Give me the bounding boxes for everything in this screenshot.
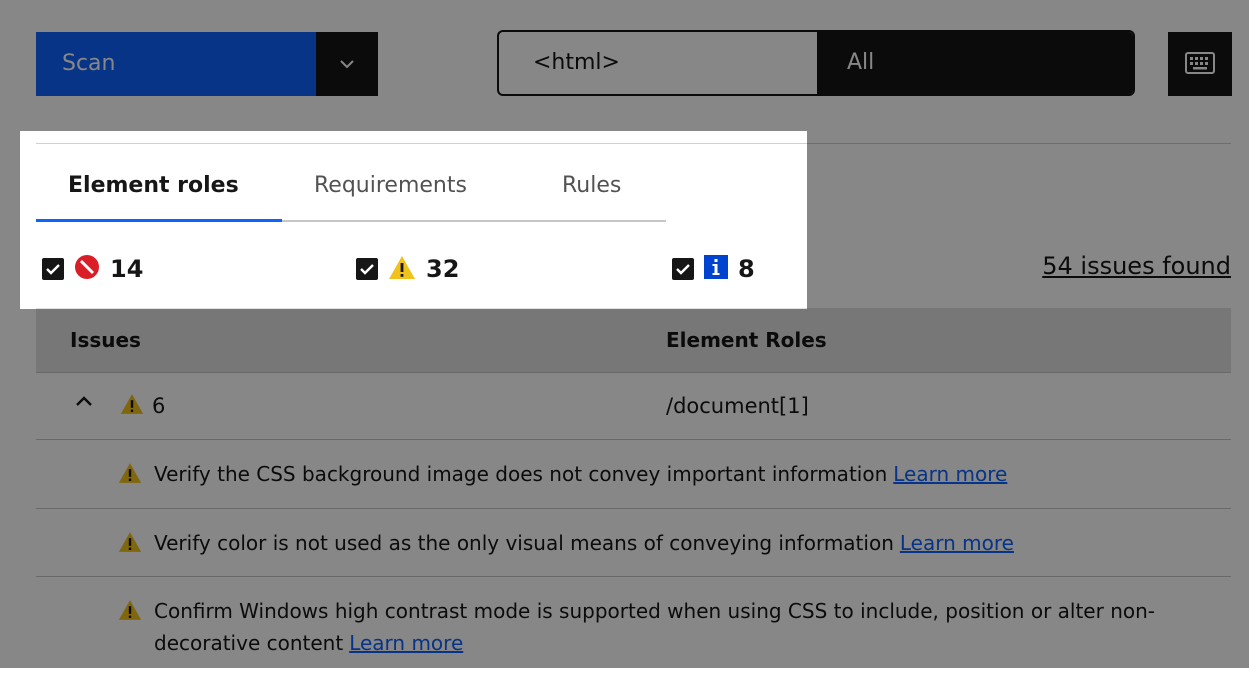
table-row[interactable]: 6 /document[1]: [36, 373, 1231, 440]
issue-description: Confirm Windows high contrast mode is su…: [154, 595, 1214, 659]
recommendations-count: 8: [738, 255, 755, 283]
checkbox-checked-icon[interactable]: [356, 258, 378, 280]
warning-icon: [118, 462, 142, 488]
issue-message: Verify the CSS background image does not…: [154, 462, 888, 486]
view-tabs: Element roles Requirements Rules: [36, 150, 666, 222]
issues-found-link[interactable]: 54 issues found: [1042, 252, 1231, 280]
scope-filter-value[interactable]: All: [817, 32, 1133, 94]
column-header-element-roles: Element Roles: [666, 328, 827, 352]
keyboard-icon: [1185, 51, 1215, 77]
learn-more-link[interactable]: Learn more: [893, 462, 1007, 486]
element-role-path: /document[1]: [666, 394, 809, 418]
table-header: Issues Element Roles: [36, 308, 1231, 373]
scope-element-value[interactable]: <html>: [499, 32, 817, 94]
keyboard-mode-button[interactable]: [1168, 32, 1232, 96]
table-row: Verify color is not used as the only vis…: [36, 509, 1231, 577]
violations-filter[interactable]: 14: [42, 248, 143, 290]
tab-rules[interactable]: Rules: [530, 150, 666, 222]
learn-more-link[interactable]: Learn more: [900, 531, 1014, 555]
learn-more-link[interactable]: Learn more: [349, 631, 463, 655]
info-icon: [704, 255, 728, 283]
chevron-up-icon[interactable]: [74, 393, 94, 412]
needs-review-count: 32: [426, 255, 460, 283]
issue-message: Verify color is not used as the only vis…: [154, 531, 894, 555]
warning-icon: [120, 393, 144, 419]
column-header-issues: Issues: [70, 328, 141, 352]
recommendations-filter[interactable]: 8: [672, 248, 755, 290]
group-issue-count: 6: [152, 394, 166, 418]
accessibility-checker-panel: Scan <html> All Element roles Requiremen…: [0, 0, 1249, 668]
issues-table: Issues Element Roles 6 /document[1] Veri…: [36, 308, 1231, 677]
issue-description: Verify the CSS background image does not…: [154, 458, 1214, 490]
warning-icon: [118, 599, 142, 625]
issue-message: Confirm Windows high contrast mode is su…: [154, 599, 1155, 655]
violations-count: 14: [110, 255, 144, 283]
scan-options-button[interactable]: [316, 32, 378, 96]
chevron-down-icon: [340, 57, 354, 72]
violation-icon: [74, 254, 100, 284]
table-row: Confirm Windows high contrast mode is su…: [36, 577, 1231, 677]
warning-icon: [388, 255, 416, 284]
tab-element-roles[interactable]: Element roles: [36, 150, 282, 222]
issue-description: Verify color is not used as the only vis…: [154, 527, 1214, 559]
warning-icon: [118, 531, 142, 557]
checkbox-checked-icon[interactable]: [42, 258, 64, 280]
scan-button[interactable]: Scan: [36, 32, 316, 96]
divider: [36, 143, 1231, 144]
table-row: Verify the CSS background image does not…: [36, 440, 1231, 509]
tab-requirements[interactable]: Requirements: [282, 150, 530, 222]
checkbox-checked-icon[interactable]: [672, 258, 694, 280]
scope-selector[interactable]: <html> All: [497, 30, 1135, 96]
needs-review-filter[interactable]: 32: [356, 248, 459, 290]
